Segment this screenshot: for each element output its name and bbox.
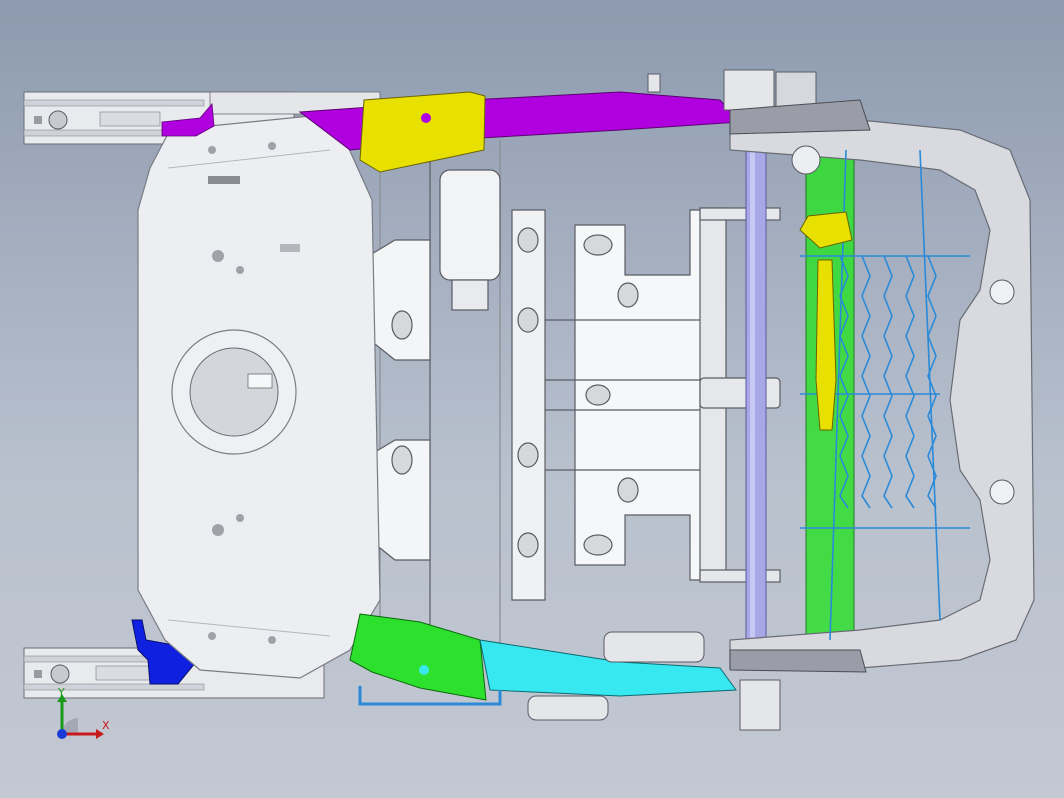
y-axis-label: Y bbox=[58, 686, 65, 699]
upper-mount-bracket[interactable] bbox=[359, 91, 486, 173]
cad-viewport[interactable]: X Y bbox=[0, 0, 1064, 798]
recliner-strap[interactable] bbox=[815, 259, 837, 431]
x-axis-label: X bbox=[102, 719, 110, 732]
seat-pan[interactable] bbox=[137, 115, 381, 679]
axis-triad: X Y bbox=[40, 686, 120, 750]
lower-mount-bracket[interactable] bbox=[349, 613, 487, 701]
seat-frame-model[interactable] bbox=[0, 0, 1064, 798]
seat-spring-structure[interactable] bbox=[344, 140, 781, 650]
z-axis-dot bbox=[57, 729, 67, 739]
cross-tube[interactable] bbox=[745, 149, 767, 641]
